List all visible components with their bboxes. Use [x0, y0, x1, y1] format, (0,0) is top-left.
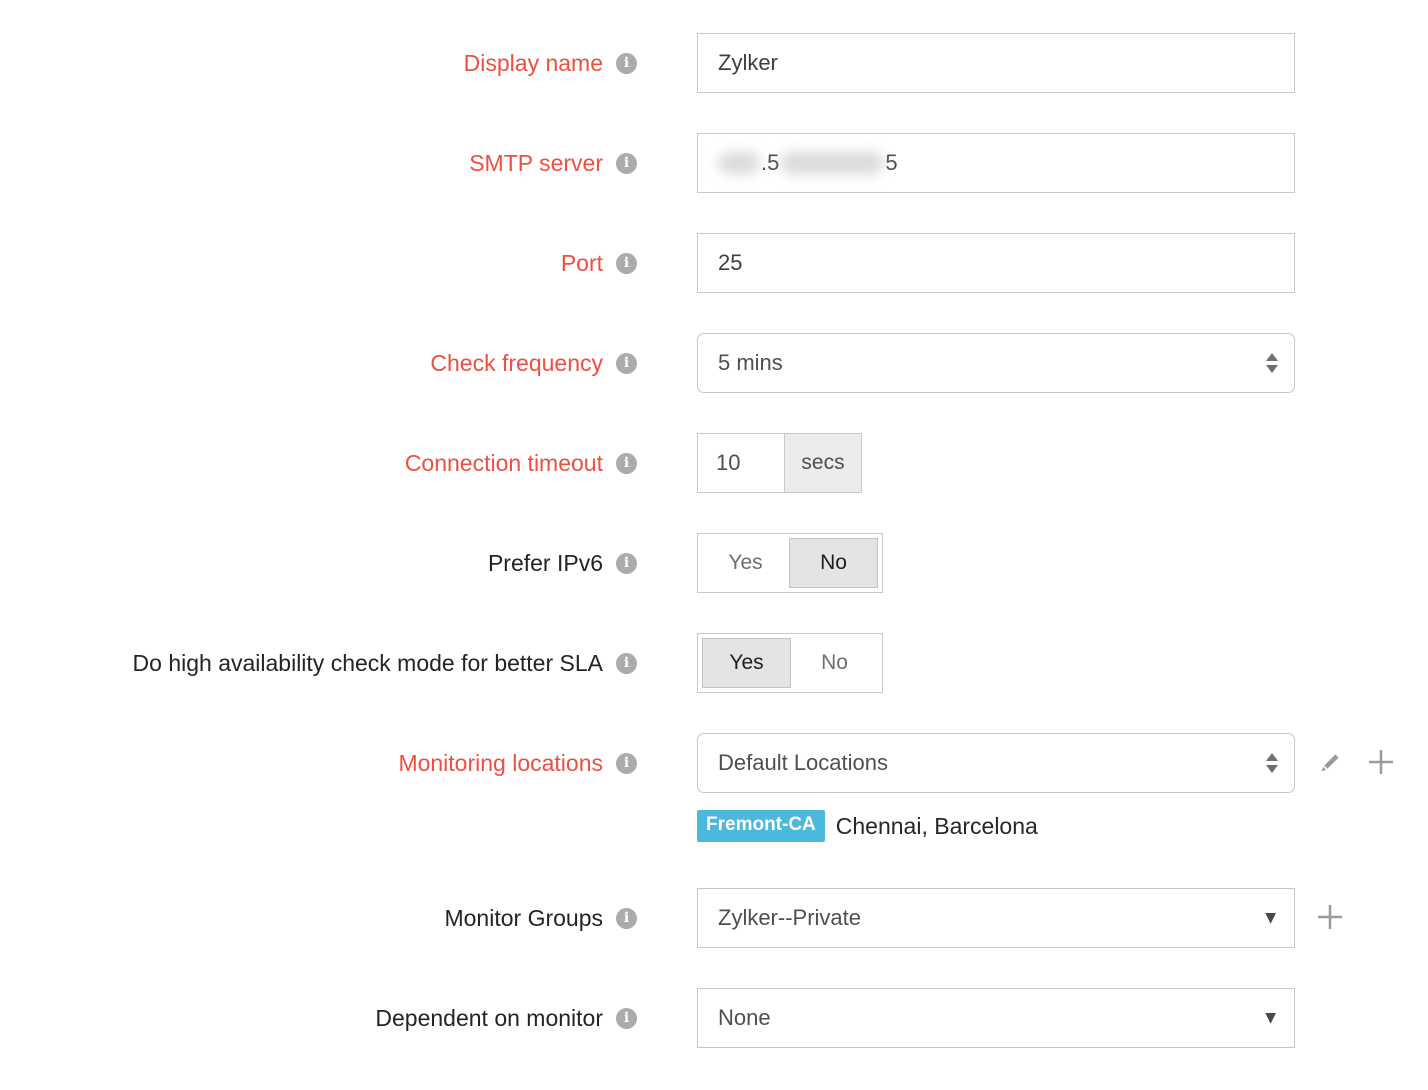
info-icon[interactable]: i — [616, 153, 637, 174]
row-connection-timeout: Connection timeout i secs — [0, 433, 1428, 493]
dependent-monitor-select[interactable]: None ▼ — [697, 988, 1295, 1048]
info-icon[interactable]: i — [616, 53, 637, 74]
dependent-monitor-value: None — [718, 1005, 771, 1031]
check-frequency-label: Check frequency — [430, 350, 603, 377]
info-icon[interactable]: i — [616, 908, 637, 929]
monitoring-locations-label: Monitoring locations — [398, 750, 603, 777]
add-location-button[interactable] — [1364, 745, 1398, 782]
location-tag-text: Chennai, Barcelona — [836, 813, 1038, 840]
display-name-input[interactable] — [697, 33, 1295, 93]
info-icon[interactable]: i — [616, 653, 637, 674]
check-frequency-value: 5 mins — [718, 350, 783, 376]
connection-timeout-label: Connection timeout — [405, 450, 603, 477]
monitor-groups-select[interactable]: Zylker--Private ▼ — [697, 888, 1295, 948]
pencil-icon — [1316, 747, 1346, 780]
caret-down-icon: ▼ — [1265, 910, 1276, 926]
prefer-ipv6-toggle: Yes No — [697, 533, 883, 593]
plus-icon — [1313, 900, 1347, 937]
high-availability-no-option[interactable]: No — [791, 638, 878, 688]
info-icon[interactable]: i — [616, 453, 637, 474]
check-frequency-select[interactable]: 5 mins — [697, 333, 1295, 393]
timeout-unit-label: secs — [784, 433, 862, 493]
edit-locations-button[interactable] — [1316, 747, 1346, 780]
row-monitor-groups: Monitor Groups i Zylker--Private ▼ — [0, 888, 1428, 948]
row-monitoring-locations: Monitoring locations i Default Locations — [0, 733, 1428, 842]
prefer-ipv6-no-option[interactable]: No — [789, 538, 878, 588]
row-port: Port i — [0, 233, 1428, 293]
monitor-groups-label: Monitor Groups — [444, 905, 603, 932]
row-check-frequency: Check frequency i 5 mins — [0, 333, 1428, 393]
location-tag-badge: Fremont-CA — [697, 810, 825, 842]
redacted-text-blob — [780, 152, 884, 174]
row-high-availability: Do high availability check mode for bett… — [0, 633, 1428, 693]
high-availability-label: Do high availability check mode for bett… — [133, 650, 603, 677]
add-monitor-group-button[interactable] — [1313, 900, 1347, 937]
prefer-ipv6-label: Prefer IPv6 — [488, 550, 603, 577]
up-down-spinner-icon — [1266, 753, 1278, 773]
smtp-server-input[interactable]: .5 5 — [697, 133, 1295, 193]
dependent-monitor-label: Dependent on monitor — [375, 1005, 603, 1032]
port-label: Port — [561, 250, 603, 277]
display-name-label: Display name — [464, 50, 603, 77]
prefer-ipv6-yes-option[interactable]: Yes — [702, 538, 789, 588]
info-icon[interactable]: i — [616, 353, 637, 374]
row-smtp-server: SMTP server i .5 5 — [0, 133, 1428, 193]
caret-down-icon: ▼ — [1265, 1010, 1276, 1026]
plus-icon — [1364, 745, 1398, 782]
row-prefer-ipv6: Prefer IPv6 i Yes No — [0, 533, 1428, 593]
smtp-server-label: SMTP server — [469, 150, 603, 177]
info-icon[interactable]: i — [616, 553, 637, 574]
high-availability-yes-option[interactable]: Yes — [702, 638, 791, 688]
redacted-text-blob — [718, 152, 760, 174]
info-icon[interactable]: i — [616, 253, 637, 274]
connection-timeout-input[interactable] — [697, 433, 785, 493]
row-dependent-monitor: Dependent on monitor i None ▼ — [0, 988, 1428, 1048]
info-icon[interactable]: i — [616, 1008, 637, 1029]
monitor-config-form: Display name i SMTP server i .5 5 Port i — [0, 0, 1428, 1048]
port-input[interactable] — [697, 233, 1295, 293]
high-availability-toggle: Yes No — [697, 633, 883, 693]
up-down-spinner-icon — [1266, 353, 1278, 373]
smtp-visible-fragment: .5 — [761, 150, 779, 176]
monitoring-locations-select[interactable]: Default Locations — [697, 733, 1295, 793]
selected-locations-line: Fremont-CA Chennai, Barcelona — [697, 810, 1398, 842]
monitor-groups-value: Zylker--Private — [718, 905, 861, 931]
info-icon[interactable]: i — [616, 753, 637, 774]
monitoring-locations-value: Default Locations — [718, 750, 888, 776]
smtp-visible-fragment: 5 — [885, 150, 897, 176]
row-display-name: Display name i — [0, 33, 1428, 93]
